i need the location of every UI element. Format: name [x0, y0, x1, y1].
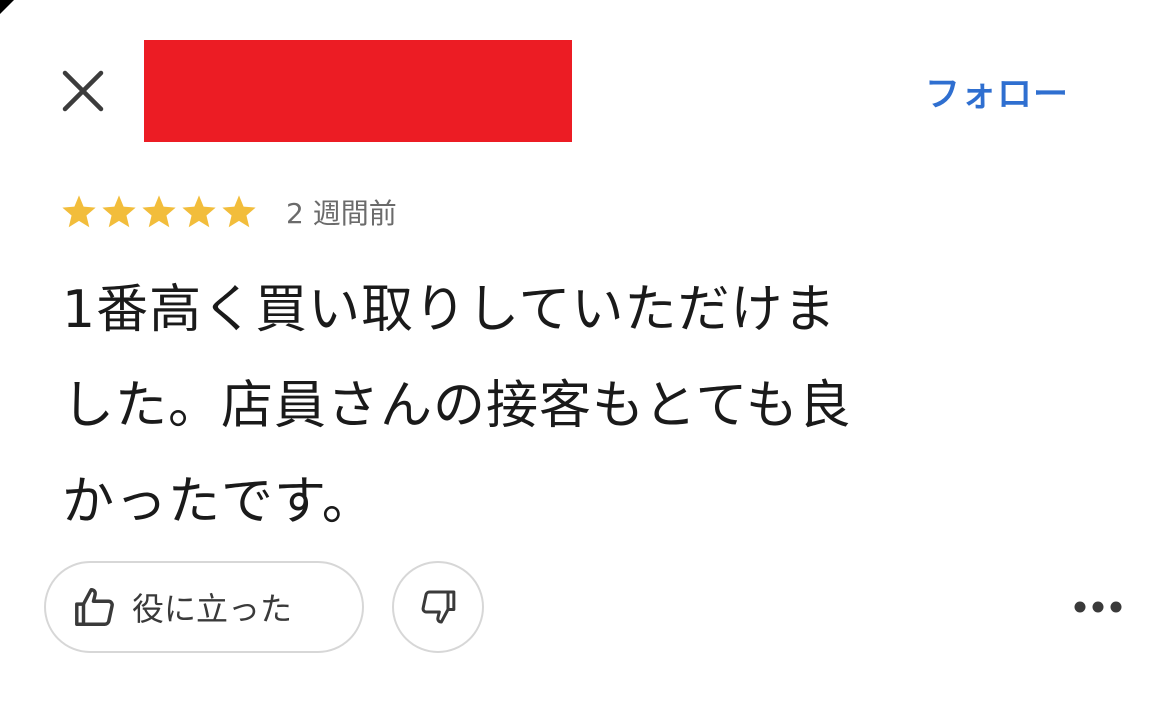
review-timestamp: 2 週間前 [286, 197, 397, 230]
helpful-button[interactable]: 役に立った [44, 561, 364, 653]
close-icon [62, 70, 104, 112]
star-rating [60, 193, 260, 231]
review-text-line: 1番高く買い取りしていただけま [62, 280, 837, 340]
thumbs-down-icon [421, 590, 456, 624]
review-header: フォロー [0, 0, 1149, 160]
redacted-reviewer-name [144, 40, 572, 142]
star-icon [102, 195, 136, 228]
helpful-label: 役に立った [132, 590, 293, 628]
star-icon [182, 195, 216, 228]
review-text-line: した。店員さんの接客もとても良 [62, 376, 852, 436]
thumbs-up-icon [75, 588, 114, 626]
more-horizontal-icon [1074, 601, 1122, 613]
dislike-button[interactable] [392, 561, 484, 653]
review-text-line: かったです。 [62, 472, 375, 532]
more-options-button[interactable] [1066, 585, 1130, 629]
star-icon [222, 195, 256, 228]
follow-button[interactable]: フォロー [925, 66, 1069, 117]
star-icon [142, 195, 176, 228]
review-body: 1番高く買い取りしていただけま した。店員さんの接客もとても良 かったです。 [62, 262, 1092, 550]
close-button[interactable] [52, 60, 114, 122]
star-icon [62, 195, 96, 228]
review-meta: 2 週間前 [60, 190, 397, 234]
